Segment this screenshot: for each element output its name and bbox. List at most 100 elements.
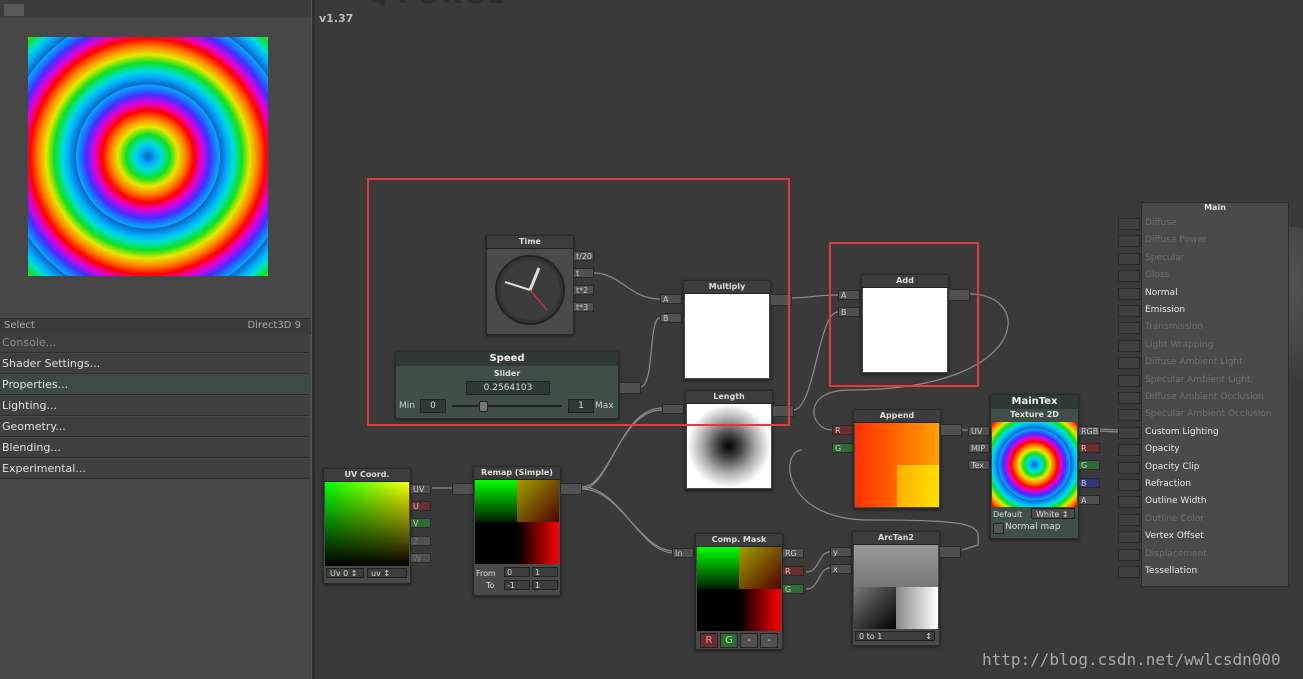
comp-mask-title: Comp. Mask bbox=[696, 534, 782, 547]
main-input-port[interactable] bbox=[1118, 514, 1140, 526]
main-input-port[interactable] bbox=[1118, 392, 1140, 404]
main-input-port[interactable] bbox=[1118, 444, 1140, 456]
maintex-out-b[interactable]: B bbox=[1078, 478, 1100, 488]
main-input-port[interactable] bbox=[1118, 253, 1140, 265]
main-input-label: Outline Width bbox=[1145, 496, 1207, 506]
main-input-port[interactable] bbox=[1118, 479, 1140, 491]
main-input-label: Diffuse Power bbox=[1145, 235, 1207, 245]
main-input-label: Displacement bbox=[1145, 549, 1207, 559]
main-input-label: Opacity Clip bbox=[1145, 462, 1200, 472]
main-input-label: Normal bbox=[1145, 288, 1178, 298]
main-input-port[interactable] bbox=[1118, 218, 1140, 230]
arctan2-title: ArcTan2 bbox=[853, 532, 939, 545]
main-input-label: Specular Ambient Occlusion bbox=[1145, 409, 1272, 419]
arctan2-mode-dropdown[interactable]: 0 to 1 ↕ bbox=[855, 631, 935, 641]
append-output-port[interactable] bbox=[940, 424, 962, 436]
maintex-out-g[interactable]: G bbox=[1078, 460, 1100, 470]
compmask-out-g[interactable]: G bbox=[782, 584, 804, 594]
maintex-preview[interactable] bbox=[992, 422, 1077, 507]
uv-out-z[interactable]: Z bbox=[410, 536, 431, 546]
remap-from-max[interactable]: 1 bbox=[532, 567, 558, 577]
main-input-label: Diffuse bbox=[1145, 218, 1177, 228]
append-preview bbox=[855, 423, 939, 507]
compmask-input[interactable]: In bbox=[672, 548, 694, 558]
chevron-updown-icon: ↕ bbox=[1061, 510, 1069, 519]
main-input-port[interactable] bbox=[1118, 288, 1140, 300]
uv-out-w[interactable]: W bbox=[410, 553, 431, 563]
arctan2-node[interactable]: ArcTan2 0 to 1 ↕ bbox=[852, 531, 940, 646]
mask-b-button[interactable]: - bbox=[740, 633, 758, 648]
main-input-label: Refraction bbox=[1145, 479, 1191, 489]
main-input-label: Light Wrapping bbox=[1145, 340, 1214, 350]
maintex-out-a[interactable]: A bbox=[1078, 495, 1100, 505]
arctan2-in-y[interactable]: y bbox=[830, 547, 852, 557]
maintex-in-mip[interactable]: MIP bbox=[968, 443, 990, 453]
chevron-updown-icon: ↕ bbox=[925, 632, 932, 641]
compmask-out-r[interactable]: R bbox=[782, 566, 804, 576]
main-input-label: Custom Lighting bbox=[1145, 427, 1219, 437]
uv-out-uv[interactable]: UV bbox=[410, 484, 431, 494]
maintex-in-uv[interactable]: UV bbox=[968, 426, 990, 436]
main-input-label: Outline Color bbox=[1145, 514, 1204, 524]
arctan2-output-port[interactable] bbox=[939, 546, 961, 558]
uv-coord-node[interactable]: UV Coord. Uv 0 ↕ uv ↕ bbox=[323, 468, 411, 584]
main-input-port[interactable] bbox=[1118, 462, 1140, 474]
uv-out-u[interactable]: U bbox=[410, 501, 431, 511]
main-input-label: Transmission bbox=[1145, 322, 1204, 332]
main-input-label: Specular Ambient Light bbox=[1145, 375, 1251, 385]
remap-to-max[interactable]: 1 bbox=[532, 580, 558, 590]
main-input-port[interactable] bbox=[1118, 305, 1140, 317]
main-input-label: Specular bbox=[1145, 253, 1185, 263]
comp-mask-node[interactable]: Comp. Mask R G - - bbox=[695, 533, 783, 650]
highlight-box-time-speed bbox=[367, 178, 790, 426]
remap-input-port[interactable] bbox=[452, 483, 474, 495]
maintex-out-r[interactable]: R bbox=[1078, 443, 1100, 453]
compmask-out-rg[interactable]: RG bbox=[782, 548, 804, 558]
append-in-r[interactable]: R bbox=[832, 425, 854, 435]
main-input-port[interactable] bbox=[1118, 340, 1140, 352]
remap-output-port[interactable] bbox=[560, 483, 582, 495]
append-node[interactable]: Append bbox=[853, 409, 941, 509]
main-input-port[interactable] bbox=[1118, 270, 1140, 282]
main-input-port[interactable] bbox=[1118, 549, 1140, 561]
maintex-node[interactable]: MainTex Texture 2D Default White ↕ Norma… bbox=[990, 394, 1079, 539]
maintex-default-dropdown[interactable]: White ↕ bbox=[1031, 508, 1075, 519]
main-input-port[interactable] bbox=[1118, 235, 1140, 247]
main-input-label: Vertex Offset bbox=[1145, 531, 1204, 541]
main-input-label: Gloss bbox=[1145, 270, 1170, 280]
uv-out-v[interactable]: V bbox=[410, 518, 431, 528]
watermark: http://blog.csdn.net/wwlcsdn000 bbox=[982, 650, 1281, 669]
main-input-port[interactable] bbox=[1118, 531, 1140, 543]
main-input-port[interactable] bbox=[1118, 427, 1140, 439]
main-node-title: Main bbox=[1204, 203, 1226, 212]
arctan2-in-x[interactable]: x bbox=[830, 564, 852, 574]
main-input-port[interactable] bbox=[1118, 409, 1140, 421]
mask-a-button[interactable]: - bbox=[760, 633, 778, 648]
comp-mask-preview bbox=[697, 547, 781, 631]
append-in-g[interactable]: G bbox=[832, 443, 854, 453]
mask-g-button[interactable]: G bbox=[720, 633, 738, 648]
main-input-port[interactable] bbox=[1118, 566, 1140, 578]
arctan2-mode-value: 0 to 1 bbox=[859, 632, 883, 641]
uv-channel-dropdown[interactable]: Uv 0 ↕ bbox=[326, 568, 364, 578]
normal-map-checkbox[interactable] bbox=[993, 523, 1004, 534]
mask-r-button[interactable]: R bbox=[700, 633, 718, 648]
main-input-port[interactable] bbox=[1118, 357, 1140, 369]
maintex-name: MainTex bbox=[991, 395, 1078, 409]
main-input-port[interactable] bbox=[1118, 322, 1140, 334]
uv-mode-dropdown[interactable]: uv ↕ bbox=[367, 568, 407, 578]
maintex-out-rgb[interactable]: RGB bbox=[1078, 426, 1100, 436]
main-input-port[interactable] bbox=[1118, 375, 1140, 387]
remap-to-label: To bbox=[486, 581, 495, 590]
maintex-default-value: White bbox=[1036, 510, 1060, 519]
uv-mode-value: uv bbox=[371, 569, 381, 578]
remap-from-label: From bbox=[476, 569, 496, 578]
remap-preview bbox=[475, 480, 559, 564]
remap-to-min[interactable]: -1 bbox=[504, 580, 530, 590]
remap-node[interactable]: Remap (Simple) From 0 1 To -1 1 bbox=[473, 466, 561, 596]
maintex-in-tex[interactable]: Tex bbox=[968, 460, 990, 470]
maintex-type: Texture 2D bbox=[1010, 410, 1059, 419]
main-input-label: Opacity bbox=[1145, 444, 1180, 454]
main-input-port[interactable] bbox=[1118, 496, 1140, 508]
remap-from-min[interactable]: 0 bbox=[504, 567, 530, 577]
